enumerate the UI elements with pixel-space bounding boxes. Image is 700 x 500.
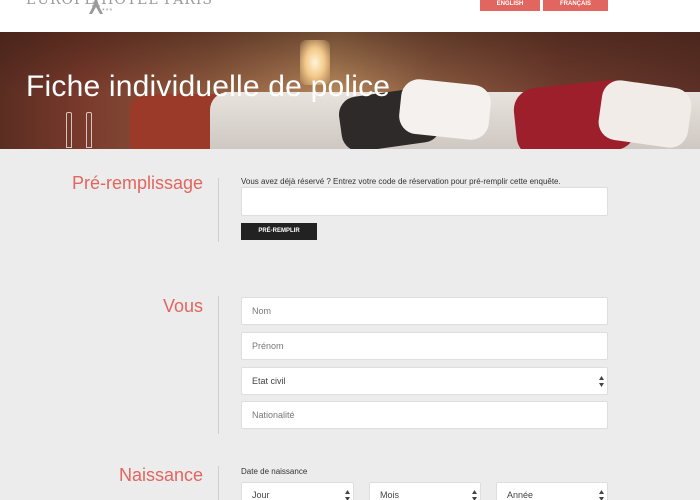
hero-glass	[86, 112, 92, 148]
birth-date-label: Date de naissance	[241, 467, 308, 476]
etat-civil-select[interactable]: Etat civil	[241, 367, 608, 395]
select-arrows-icon	[345, 490, 350, 500]
nationalite-field[interactable]: Nationalité	[241, 401, 608, 429]
prefill-section-title: Pré-remplissage	[71, 173, 203, 193]
logo-text: EUROPE HOTEL PARIS	[26, 0, 214, 8]
section-divider	[218, 178, 219, 242]
etat-civil-value: Etat civil	[252, 376, 286, 386]
birth-day-value: Jour	[252, 490, 270, 500]
birth-year-select[interactable]: Année	[496, 482, 608, 500]
nationalite-placeholder: Nationalité	[252, 410, 295, 420]
hero-glass	[66, 112, 72, 148]
select-arrows-icon	[472, 490, 477, 500]
section-divider	[218, 466, 219, 500]
language-english-button[interactable]: ENGLISH	[480, 0, 540, 11]
birth-year-value: Année	[507, 490, 534, 500]
top-bar: EUROPE HOTEL PARIS *** ENGLISH FRANÇAIS	[0, 0, 700, 32]
prenom-placeholder: Prénom	[252, 341, 284, 351]
birth-month-select[interactable]: Mois	[369, 482, 481, 500]
hero-pillow	[397, 77, 493, 142]
select-arrows-icon	[599, 490, 604, 500]
hero-pillow	[596, 78, 694, 149]
language-french-button[interactable]: FRANÇAIS	[543, 0, 608, 11]
hero-banner: Fiche individuelle de police	[0, 32, 700, 149]
rating-stars: ***	[102, 8, 114, 15]
page-title: Fiche individuelle de police	[26, 70, 391, 103]
birth-month-value: Mois	[380, 490, 400, 500]
prefill-help-text: Vous avez déjà réservé ? Entrez votre co…	[241, 177, 561, 186]
prefill-button[interactable]: PRÉ-REMPLIR	[241, 223, 317, 240]
prenom-field[interactable]: Prénom	[241, 332, 608, 360]
nom-placeholder: Nom	[252, 306, 272, 316]
hotel-logo[interactable]: EUROPE HOTEL PARIS ***	[26, 0, 212, 22]
birth-day-select[interactable]: Jour	[241, 482, 354, 500]
vous-section-title: Vous	[162, 296, 203, 316]
select-arrows-icon	[599, 376, 604, 387]
reservation-code-input[interactable]	[241, 187, 608, 216]
section-divider	[218, 296, 219, 434]
naissance-section-title: Naissance	[118, 465, 203, 485]
nom-field[interactable]: Nom	[241, 297, 608, 325]
